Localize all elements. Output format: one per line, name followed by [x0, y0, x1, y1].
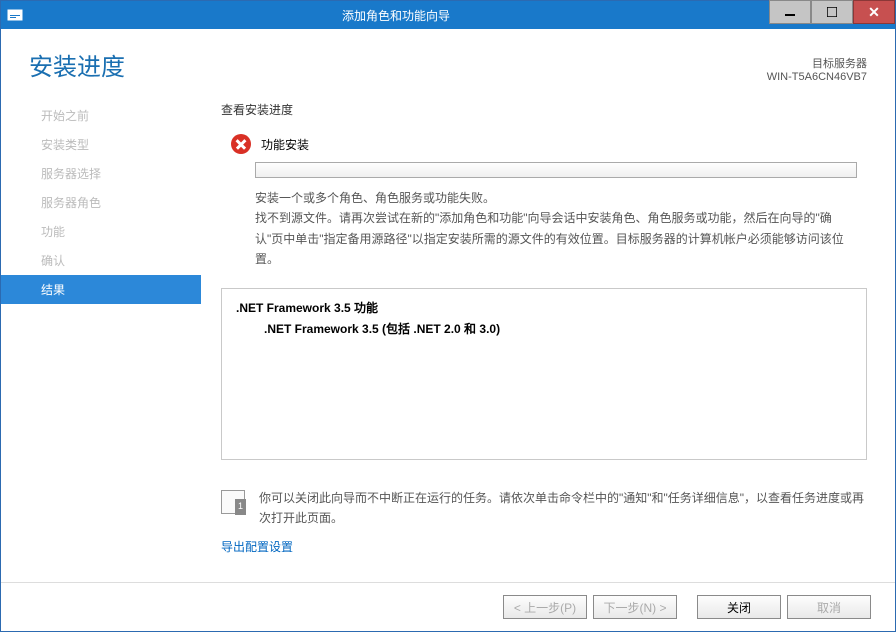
wizard-content: 查看安装进度 功能安装 安装一个或多个角色、角色服务或功能失败。 找不到源文件。…	[201, 101, 895, 555]
wizard-footer: < 上一步(P) 下一步(N) > 关闭 取消	[1, 582, 895, 631]
error-message-line2: 找不到源文件。请再次尝试在新的"添加角色和功能"向导会话中安装角色、角色服务或功…	[255, 208, 857, 269]
cancel-button: 取消	[787, 595, 871, 619]
hint-text: 你可以关闭此向导而不中断正在运行的任务。请依次单击命令栏中的"通知"和"任务详细…	[259, 488, 867, 529]
error-message: 安装一个或多个角色、角色服务或功能失败。 找不到源文件。请再次尝试在新的"添加角…	[221, 188, 867, 270]
target-server-label: 目标服务器	[767, 55, 867, 71]
results-box: .NET Framework 3.5 功能 .NET Framework 3.5…	[221, 288, 867, 460]
status-row: 功能安装	[221, 134, 867, 154]
wizard-body: 开始之前 安装类型 服务器选择 服务器角色 功能 确认 结果 查看安装进度 功能…	[1, 101, 895, 555]
title-bar: 添加角色和功能向导 ✕	[1, 1, 895, 29]
hint-row: 你可以关闭此向导而不中断正在运行的任务。请依次单击命令栏中的"通知"和"任务详细…	[221, 488, 867, 529]
target-server-info: 目标服务器 WIN-T5A6CN46VB7	[767, 55, 867, 83]
page-title: 安装进度	[29, 47, 125, 82]
status-text: 功能安装	[261, 136, 309, 153]
minimize-button[interactable]	[769, 0, 811, 24]
result-feature-item: .NET Framework 3.5 (包括 .NET 2.0 和 3.0)	[236, 320, 852, 337]
sidebar-item-before-begin: 开始之前	[1, 101, 201, 130]
sidebar-item-results[interactable]: 结果	[1, 275, 201, 304]
previous-button: < 上一步(P)	[503, 595, 587, 619]
result-feature-group: .NET Framework 3.5 功能	[236, 299, 852, 316]
maximize-button[interactable]	[811, 0, 853, 24]
error-icon	[231, 134, 251, 154]
wizard-window: 添加角色和功能向导 ✕ 安装进度 目标服务器 WIN-T5A6CN46VB7 开…	[0, 0, 896, 632]
sidebar-item-install-type: 安装类型	[1, 130, 201, 159]
sidebar-item-server-roles: 服务器角色	[1, 188, 201, 217]
window-controls: ✕	[769, 1, 895, 29]
export-config-link[interactable]: 导出配置设置	[221, 538, 867, 555]
section-title: 查看安装进度	[221, 101, 867, 118]
sidebar-item-features: 功能	[1, 217, 201, 246]
sidebar-item-confirm: 确认	[1, 246, 201, 275]
sidebar-item-server-select: 服务器选择	[1, 159, 201, 188]
app-icon	[7, 7, 23, 23]
close-button[interactable]: ✕	[853, 0, 895, 24]
progress-bar	[255, 162, 857, 178]
error-message-line1: 安装一个或多个角色、角色服务或功能失败。	[255, 188, 857, 208]
notification-icon	[221, 490, 245, 514]
close-wizard-button[interactable]: 关闭	[697, 595, 781, 619]
title-bar-left	[1, 7, 23, 23]
target-server-name: WIN-T5A6CN46VB7	[767, 71, 867, 83]
wizard-header: 安装进度 目标服务器 WIN-T5A6CN46VB7	[1, 29, 895, 101]
next-button: 下一步(N) >	[593, 595, 677, 619]
wizard-sidebar: 开始之前 安装类型 服务器选择 服务器角色 功能 确认 结果	[1, 101, 201, 555]
window-title: 添加角色和功能向导	[23, 7, 769, 24]
